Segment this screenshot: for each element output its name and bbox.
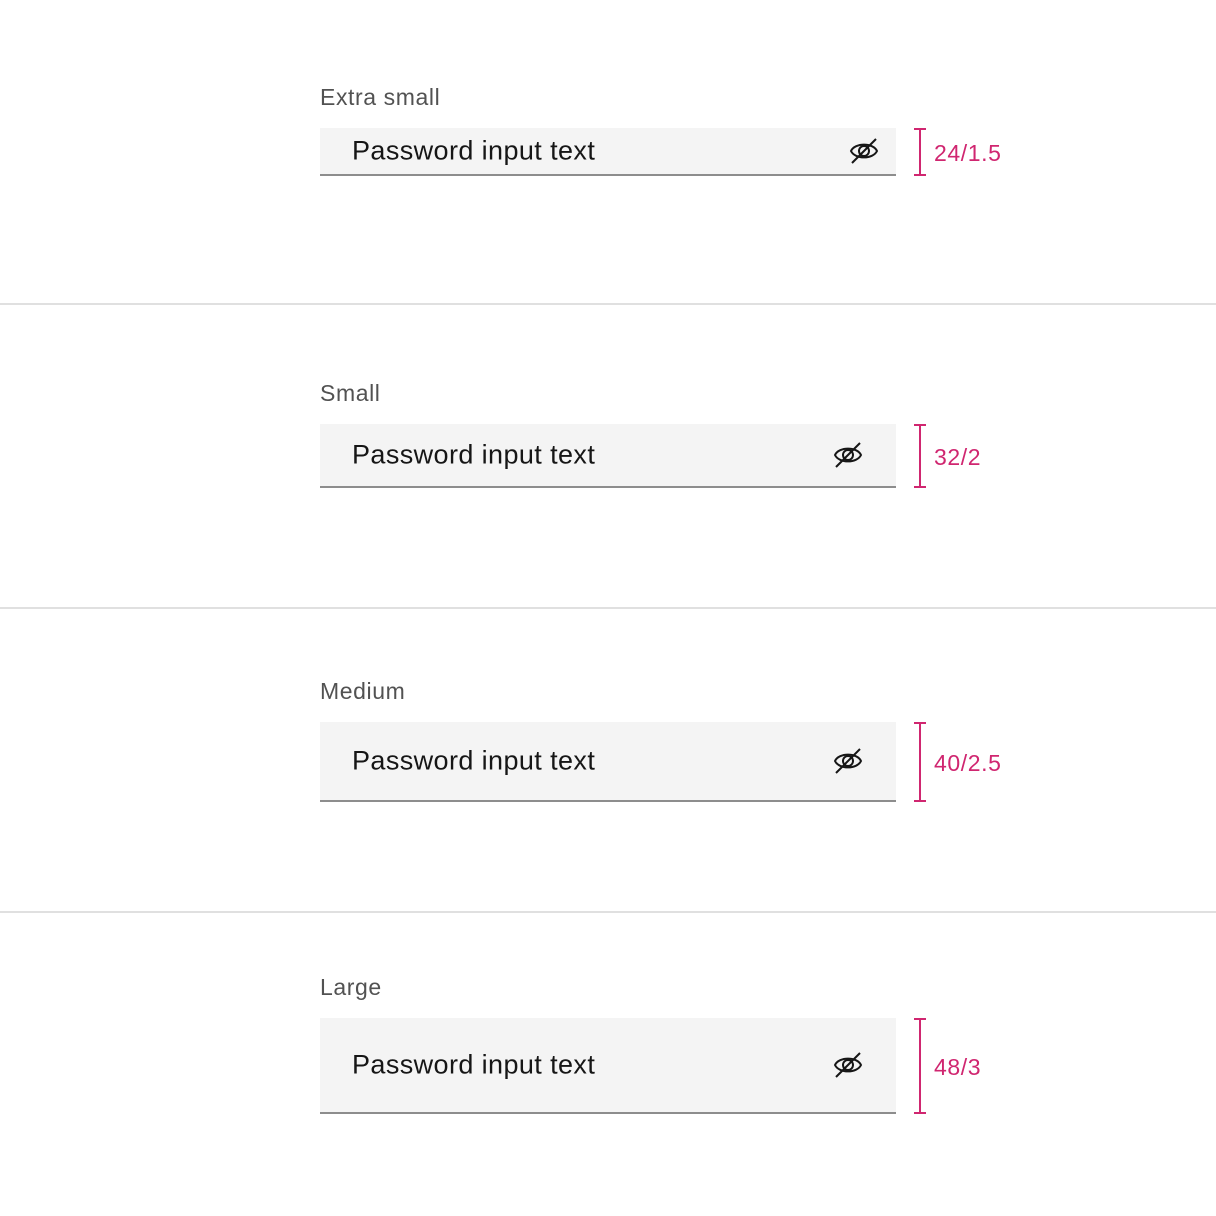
measure-cap (914, 1112, 926, 1114)
view-off-icon[interactable] (832, 439, 864, 471)
view-off-icon[interactable] (848, 135, 880, 167)
height-spec: 40/2.5 (934, 750, 1002, 776)
measure-cap (914, 424, 926, 426)
section-divider (0, 911, 1216, 913)
measure-line (919, 722, 921, 802)
measure-line (919, 424, 921, 488)
height-measure (912, 128, 928, 176)
password-input-text: Password input text (352, 745, 596, 776)
measure-cap (914, 174, 926, 176)
height-measure (912, 722, 928, 802)
measure-cap (914, 486, 926, 488)
height-measure (912, 1018, 928, 1114)
password-input-text: Password input text (352, 135, 596, 166)
height-spec: 32/2 (934, 444, 982, 470)
view-off-icon[interactable] (832, 1049, 864, 1081)
password-input-text: Password input text (352, 439, 596, 470)
section-divider (0, 607, 1216, 609)
view-off-icon[interactable] (832, 745, 864, 777)
size-label-large: Large (320, 974, 382, 1000)
password-input-small[interactable]: Password input text (320, 424, 896, 488)
height-spec: 48/3 (934, 1054, 982, 1080)
measure-cap (914, 1018, 926, 1020)
section-divider (0, 303, 1216, 305)
measure-cap (914, 128, 926, 130)
password-input-large[interactable]: Password input text (320, 1018, 896, 1114)
measure-cap (914, 800, 926, 802)
height-measure (912, 424, 928, 488)
size-label-small: Small (320, 380, 381, 406)
size-label-extra-small: Extra small (320, 84, 441, 110)
password-input-extra-small[interactable]: Password input text (320, 128, 896, 176)
measure-line (919, 1018, 921, 1114)
height-spec: 24/1.5 (934, 140, 1002, 166)
measure-line (919, 128, 921, 176)
size-label-medium: Medium (320, 678, 406, 704)
password-input-text: Password input text (352, 1049, 596, 1080)
measure-cap (914, 722, 926, 724)
password-input-medium[interactable]: Password input text (320, 722, 896, 802)
